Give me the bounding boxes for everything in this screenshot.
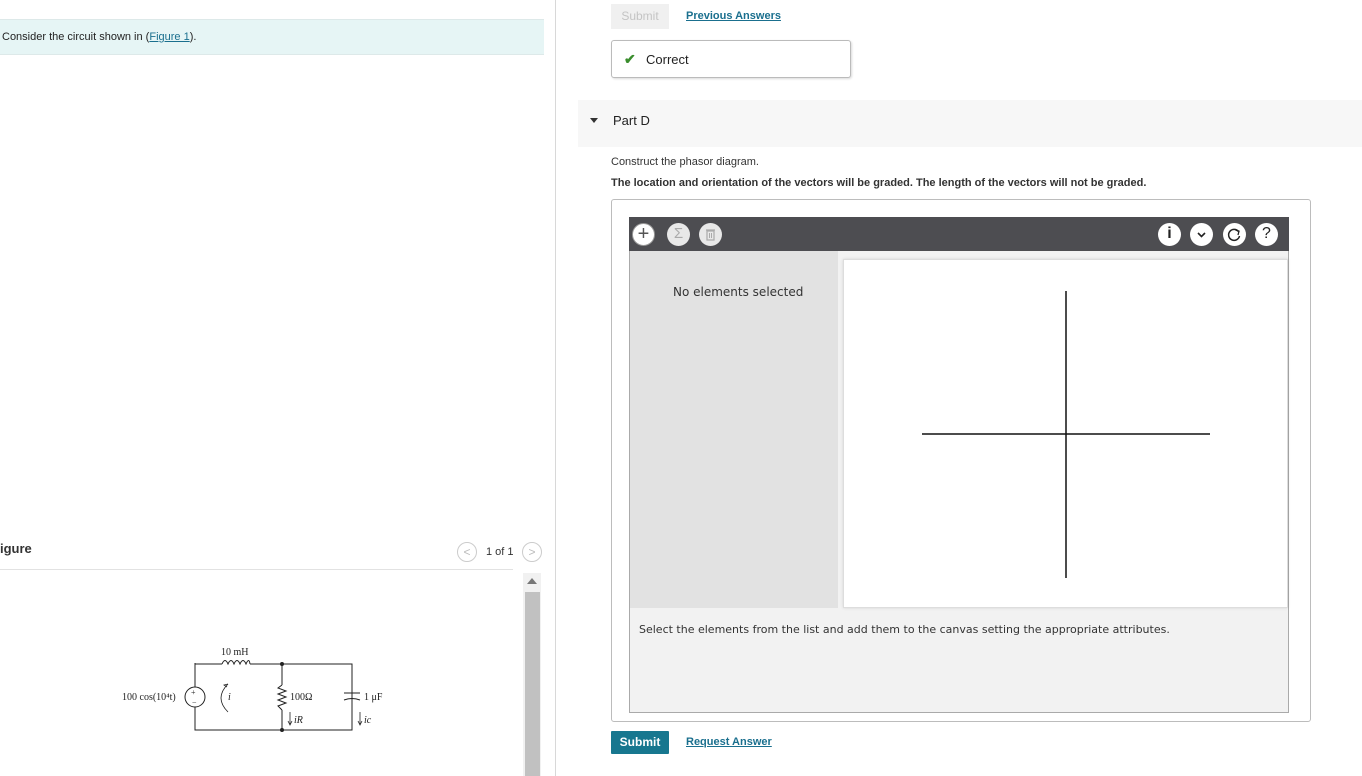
chevron-down-icon[interactable] (1190, 223, 1213, 246)
resistor-label: 100Ω (290, 692, 312, 703)
prompt-bar: Consider the circuit shown in (Figure 1)… (0, 19, 544, 55)
figure-scrollbar-thumb[interactable] (525, 592, 540, 776)
prompt-suffix: ). (189, 31, 197, 43)
left-pane: Consider the circuit shown in (Figure 1)… (0, 0, 556, 776)
feedback-text: Correct (646, 52, 689, 67)
part-d-header[interactable]: Part D (578, 100, 1362, 147)
figure-divider (0, 569, 513, 570)
info-icon[interactable]: i (1158, 223, 1181, 246)
axes (922, 291, 1210, 578)
element-list-panel[interactable] (630, 251, 838, 608)
part-label: Part D (613, 113, 650, 128)
canvas-hint: Select the elements from the list and ad… (639, 623, 1170, 636)
figure-link[interactable]: Figure 1 (149, 31, 189, 43)
instruction-text: Construct the phasor diagram. (611, 156, 759, 168)
prev-figure-button[interactable]: < (457, 542, 477, 562)
reset-icon[interactable] (1223, 223, 1246, 246)
help-icon[interactable]: ? (1255, 223, 1278, 246)
current-c-label: ic (364, 715, 372, 726)
prompt-text: Consider the circuit shown in ( (2, 31, 150, 43)
sigma-icon[interactable]: Σ (667, 223, 690, 246)
scroll-up-icon[interactable] (527, 578, 537, 584)
capacitor-label: 1 μF (364, 692, 383, 703)
check-icon: ✔ (624, 51, 636, 67)
figure-pager-text: 1 of 1 (486, 546, 514, 558)
next-figure-button[interactable]: > (522, 542, 542, 562)
grading-note: The location and orientation of the vect… (611, 177, 1147, 189)
phasor-canvas[interactable] (843, 259, 1288, 608)
previous-answers-link[interactable]: Previous Answers (686, 10, 781, 22)
resistor-symbol (276, 684, 288, 711)
phasor-toolbar: + Σ i ? (629, 217, 1289, 251)
svg-text:+: + (191, 688, 196, 697)
request-answer-link[interactable]: Request Answer (686, 736, 772, 748)
trash-icon[interactable] (699, 223, 722, 246)
circuit-diagram: + − 10 mH 100 cos(10⁴t) i 100Ω iR 1 μF i… (122, 647, 383, 732)
svg-text:−: − (192, 698, 197, 707)
feedback-correct: ✔ Correct (611, 40, 851, 78)
plus-icon[interactable]: + (632, 223, 655, 246)
current-i-label: i (228, 692, 231, 703)
inductor-symbol (221, 660, 251, 666)
caret-down-icon[interactable] (590, 118, 598, 123)
source-label: 100 cos(10⁴t) (122, 692, 176, 703)
no-selection-text: No elements selected (673, 285, 804, 299)
inductor-label: 10 mH (221, 647, 249, 658)
submit-button-disabled: Submit (611, 4, 669, 29)
submit-button[interactable]: Submit (611, 731, 669, 754)
current-r-label: iR (294, 715, 303, 726)
figure-title: igure (0, 541, 32, 556)
